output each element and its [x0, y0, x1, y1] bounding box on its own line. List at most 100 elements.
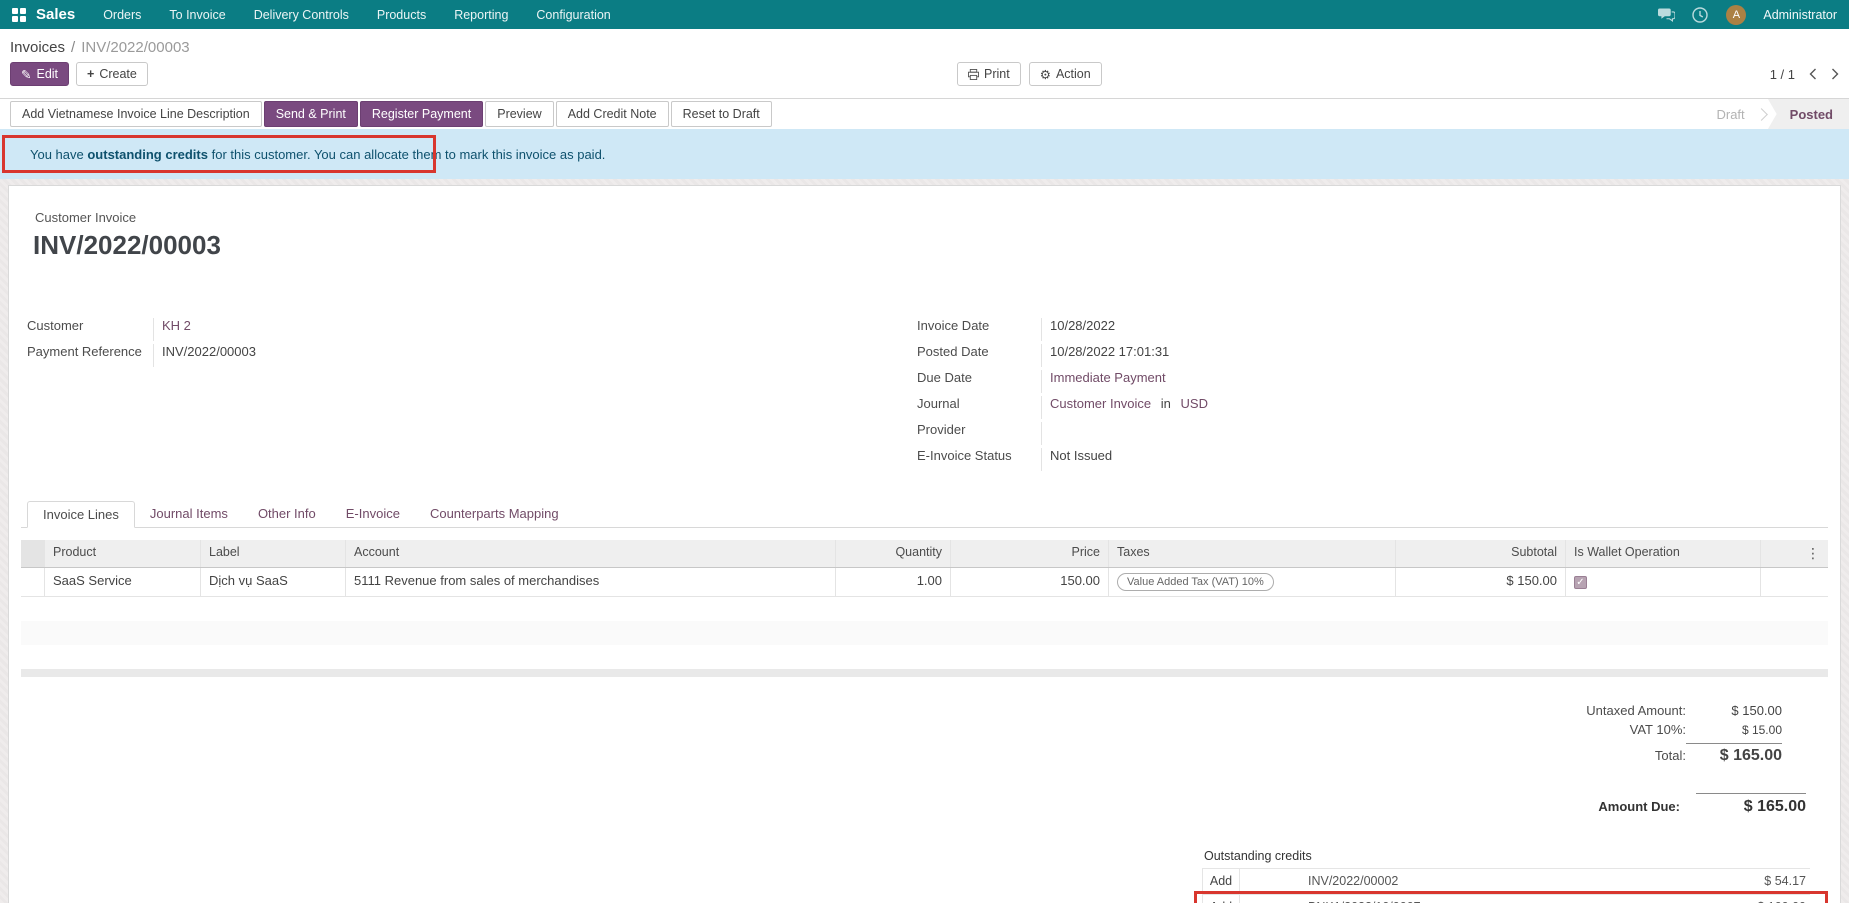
- add-credit-note-button[interactable]: Add Credit Note: [556, 101, 669, 127]
- clock-icon[interactable]: [1692, 6, 1709, 23]
- column-account[interactable]: Account: [346, 540, 836, 567]
- notebook-tabs: Invoice Lines Journal Items Other Info E…: [21, 501, 1828, 528]
- print-button[interactable]: Print: [957, 62, 1021, 86]
- create-button[interactable]: + Create: [76, 62, 148, 86]
- handle-column: [21, 540, 45, 567]
- form-view: Customer Invoice INV/2022/00003 Customer…: [0, 179, 1849, 903]
- tab-other-info[interactable]: Other Info: [243, 501, 331, 527]
- chat-icon[interactable]: [1658, 6, 1675, 23]
- top-navbar: Sales Orders To Invoice Delivery Control…: [0, 0, 1849, 29]
- user-avatar[interactable]: A: [1726, 5, 1746, 25]
- outstanding-credits-alert: You have outstanding credits for this cu…: [0, 129, 1849, 179]
- cell-price: 150.00: [951, 568, 1109, 596]
- journal-infix: in: [1161, 396, 1171, 411]
- field-customer: Customer KH 2: [27, 315, 889, 341]
- vertical-dots-icon[interactable]: ⋮: [1761, 540, 1828, 567]
- breadcrumb-current: INV/2022/00003: [81, 39, 189, 56]
- outstanding-credits-section: Outstanding credits Add INV/2022/00002 $…: [1202, 846, 1810, 903]
- breadcrumb-invoices-link[interactable]: Invoices: [10, 39, 65, 56]
- column-is-wallet-operation[interactable]: Is Wallet Operation: [1566, 540, 1761, 567]
- menu-delivery-controls[interactable]: Delivery Controls: [254, 8, 349, 22]
- tab-journal-items[interactable]: Journal Items: [135, 501, 243, 527]
- statusbar: Add Vietnamese Invoice Line Description …: [0, 98, 1849, 129]
- table-footer-bar: [21, 669, 1828, 677]
- reset-to-draft-button[interactable]: Reset to Draft: [671, 101, 772, 127]
- control-panel: Invoices / INV/2022/00003 ✎ Edit + Creat…: [0, 29, 1849, 129]
- document-type-label: Customer Invoice: [21, 210, 1828, 225]
- tab-e-invoice[interactable]: E-Invoice: [331, 501, 415, 527]
- add-credit-link[interactable]: Add: [1202, 895, 1240, 903]
- pager: 1 / 1: [1770, 67, 1839, 82]
- menu-configuration[interactable]: Configuration: [536, 8, 610, 22]
- column-label[interactable]: Label: [201, 540, 346, 567]
- plus-icon: +: [87, 67, 94, 81]
- credit-row-bnk: Add BNK1/2022/10/0007 $ 100.00: [1202, 894, 1810, 903]
- add-credit-link[interactable]: Add: [1202, 869, 1240, 894]
- cell-quantity: 1.00: [836, 568, 951, 596]
- total-row: Total: $ 165.00: [1655, 743, 1782, 765]
- column-subtotal[interactable]: Subtotal: [1396, 540, 1566, 567]
- tab-counterparts-mapping[interactable]: Counterparts Mapping: [415, 501, 574, 527]
- field-journal: Journal Customer Invoice in USD: [917, 393, 1828, 419]
- app-name[interactable]: Sales: [36, 6, 75, 23]
- credit-name: BNK1/2022/10/0007: [1240, 895, 1757, 903]
- cell-product: SaaS Service: [45, 568, 201, 596]
- field-provider: Provider: [917, 419, 1828, 445]
- pager-previous-icon[interactable]: [1809, 68, 1817, 80]
- tab-invoice-lines[interactable]: Invoice Lines: [27, 501, 135, 528]
- row-handle: [21, 568, 45, 596]
- cell-subtotal: $ 150.00: [1396, 568, 1566, 596]
- alert-text: You have: [30, 147, 87, 162]
- untaxed-amount-row: Untaxed Amount: $ 150.00: [1586, 703, 1782, 718]
- preview-button[interactable]: Preview: [485, 101, 553, 127]
- field-einvoice-status: E-Invoice Status Not Issued: [917, 445, 1828, 471]
- cell-is-wallet-operation: ✓: [1566, 568, 1761, 596]
- action-button[interactable]: ⚙ Action: [1029, 62, 1102, 86]
- field-group-right: Invoice Date 10/28/2022 Posted Date 10/2…: [889, 315, 1828, 471]
- main-menu: Orders To Invoice Delivery Controls Prod…: [103, 8, 611, 22]
- credit-amount: $ 54.17: [1764, 869, 1810, 894]
- invoice-sheet: Customer Invoice INV/2022/00003 Customer…: [8, 185, 1841, 903]
- column-price[interactable]: Price: [951, 540, 1109, 567]
- empty-row: [21, 645, 1828, 669]
- cell-taxes: Value Added Tax (VAT) 10%: [1109, 568, 1396, 596]
- checkmark-icon[interactable]: ✓: [1574, 576, 1587, 589]
- send-print-button[interactable]: Send & Print: [264, 101, 358, 127]
- breadcrumb: Invoices / INV/2022/00003: [0, 36, 1849, 58]
- cell-account: 5111 Revenue from sales of merchandises: [346, 568, 836, 596]
- field-due-date: Due Date Immediate Payment: [917, 367, 1828, 393]
- column-quantity[interactable]: Quantity: [836, 540, 951, 567]
- pager-count: 1 / 1: [1770, 67, 1795, 82]
- field-group-left: Customer KH 2 Payment Reference INV/2022…: [21, 315, 889, 471]
- state-posted: Posted: [1768, 99, 1849, 130]
- table-header: Product Label Account Quantity Price Tax…: [21, 540, 1828, 568]
- journal-link[interactable]: Customer Invoice: [1050, 396, 1151, 411]
- edit-button[interactable]: ✎ Edit: [10, 62, 69, 86]
- apps-menu-icon[interactable]: [12, 8, 26, 22]
- add-vietnamese-description-button[interactable]: Add Vietnamese Invoice Line Description: [10, 101, 262, 127]
- currency-link[interactable]: USD: [1181, 396, 1208, 411]
- table-row[interactable]: SaaS Service Dịch vụ SaaS 5111 Revenue f…: [21, 568, 1828, 597]
- menu-products[interactable]: Products: [377, 8, 426, 22]
- column-product[interactable]: Product: [45, 540, 201, 567]
- alert-bold-text: outstanding credits: [87, 147, 208, 162]
- payment-terms-link[interactable]: Immediate Payment: [1050, 370, 1166, 385]
- field-payment-reference: Payment Reference INV/2022/00003: [27, 341, 889, 367]
- register-payment-button[interactable]: Register Payment: [360, 101, 483, 127]
- pager-next-icon[interactable]: [1831, 68, 1839, 80]
- tax-tag: Value Added Tax (VAT) 10%: [1117, 573, 1274, 591]
- pencil-icon: ✎: [21, 67, 31, 82]
- menu-reporting[interactable]: Reporting: [454, 8, 508, 22]
- user-menu[interactable]: Administrator: [1763, 8, 1837, 22]
- gear-icon: ⚙: [1040, 67, 1051, 82]
- printer-icon: [968, 69, 979, 80]
- totals-block: Untaxed Amount: $ 150.00 VAT 10%: $ 15.0…: [21, 703, 1828, 769]
- menu-orders[interactable]: Orders: [103, 8, 141, 22]
- amount-due-block: Amount Due: $ 165.00: [21, 793, 1828, 816]
- empty-row: [21, 597, 1828, 621]
- column-taxes[interactable]: Taxes: [1109, 540, 1396, 567]
- customer-link[interactable]: KH 2: [162, 318, 191, 333]
- credit-row-inv: Add INV/2022/00002 $ 54.17: [1202, 868, 1810, 894]
- menu-to-invoice[interactable]: To Invoice: [169, 8, 225, 22]
- invoice-title: INV/2022/00003: [21, 230, 1828, 261]
